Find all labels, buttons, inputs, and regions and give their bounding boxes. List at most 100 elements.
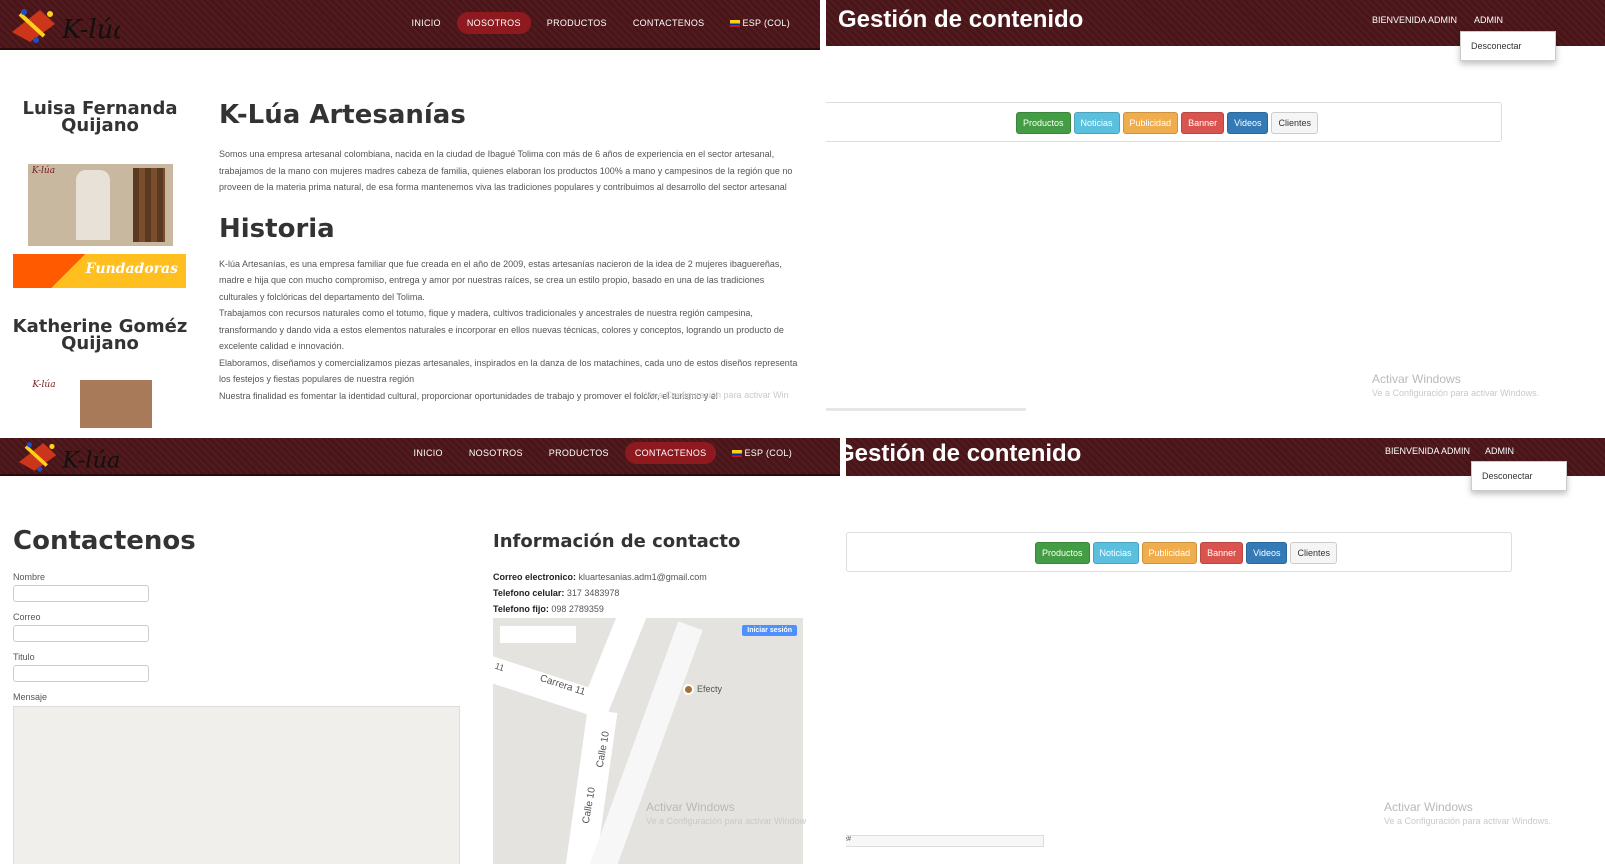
nav-nosotros[interactable]: NOSOTROS	[456, 12, 531, 34]
contact-title: Contactenos	[13, 526, 196, 556]
map-signin-button[interactable]: Iniciar sesión	[742, 625, 797, 636]
klua-logo[interactable]: K-lúa	[10, 2, 120, 48]
nombre-label: Nombre	[13, 572, 46, 582]
cell-info: Telefono celular: 317 3483978	[493, 588, 619, 598]
site-header: K-lúa INICIO NOSOTROS PRODUCTOS CONTACTE…	[0, 438, 840, 476]
productos-button[interactable]: Productos	[1016, 112, 1071, 134]
nav-productos[interactable]: PRODUCTOS	[537, 12, 617, 34]
nav-contactenos[interactable]: CONTACTENOS	[623, 12, 715, 34]
admin-panel-bottom: Gestión de contenido BIENVENIDA ADMIN AD…	[846, 438, 1605, 864]
clientes-button[interactable]: Clientes	[1271, 112, 1318, 134]
fundadoras-text: Fundadoras	[85, 261, 178, 277]
nav-contactenos[interactable]: CONTACTENOS	[624, 442, 717, 464]
admin-panel-top: Gestión de contenido BIENVENIDA ADMIN AD…	[826, 0, 1605, 432]
nav-productos[interactable]: PRODUCTOS	[539, 442, 619, 464]
noticias-button[interactable]: Noticias	[1092, 542, 1139, 564]
founder-photo-1: K-lúa	[27, 164, 173, 246]
windows-watermark: Activar Windows Ve a Configuración para …	[1372, 372, 1539, 398]
videos-button[interactable]: Videos	[1246, 542, 1288, 564]
intro-text: Somos una empresa artesanal colombiana, …	[219, 149, 793, 192]
founders-sidebar: Luisa Fernanda Quijano K-lúa Fundadoras …	[10, 100, 190, 430]
watermark-line: Ve a Configuración para activar Win	[645, 390, 789, 400]
cell-label: Telefono celular:	[493, 588, 565, 598]
banner-button[interactable]: Banner	[1181, 112, 1225, 134]
history-paragraph: Trabajamos con recursos naturales como e…	[219, 308, 784, 351]
mini-logo: K-lúa	[31, 166, 56, 176]
user-dropdown: Desconectar	[1460, 31, 1556, 61]
nav-nosotros[interactable]: NOSOTROS	[459, 442, 533, 464]
watermark-line: Ve a Configuración para activar Windows.	[1384, 816, 1552, 826]
founder-portrait	[80, 380, 152, 428]
founder-name-1: Luisa Fernanda Quijano	[22, 98, 178, 136]
colombia-flag-icon	[732, 450, 743, 458]
windows-watermark: Ve a Configuración para activar Win	[645, 388, 789, 400]
contact-page: K-lúa INICIO NOSOTROS PRODUCTOS CONTACTE…	[0, 438, 840, 864]
logo-text: K-lúa	[61, 447, 120, 473]
site-header: K-lúa INICIO NOSOTROS PRODUCTOS CONTACTE…	[0, 0, 820, 50]
google-map[interactable]: Iniciar sesión 11 Carrera 11 Calle 10 Ca…	[493, 618, 803, 864]
watermark-line: Ve a Configuración para activar Windows.	[1372, 388, 1540, 398]
email-label: Correo electronico:	[493, 572, 577, 582]
language-label: ESP (COL)	[744, 448, 792, 458]
nombre-input[interactable]	[13, 585, 149, 602]
correo-label: Correo	[13, 612, 41, 622]
founder-name-2: Katherine Goméz Quijano	[12, 316, 188, 354]
mensaje-textarea[interactable]	[13, 706, 460, 864]
titulo-input[interactable]	[13, 665, 149, 682]
nav-language[interactable]: ESP (COL)	[722, 442, 802, 464]
content-buttons: Productos Noticias Publicidad Banner Vid…	[1035, 542, 1337, 564]
status-bar-url: Vhome#	[846, 835, 1044, 847]
nav-inicio[interactable]: INICIO	[404, 442, 453, 464]
watermark-title: Activar Windows	[646, 800, 735, 814]
history-title: Historia	[219, 213, 335, 244]
logo-text: K-lúa	[61, 15, 120, 45]
nav-inicio[interactable]: INICIO	[402, 12, 451, 34]
page-title: K-Lúa Artesanías	[219, 100, 466, 130]
windows-watermark: Activar Windows Ve a Configuración para …	[1384, 800, 1551, 826]
history-paragraph: Elaboramos, diseñamos y comercializamos …	[219, 357, 798, 385]
scrollbar[interactable]	[826, 408, 1026, 411]
welcome-label: BIENVENIDA ADMIN	[1385, 446, 1471, 456]
correo-input[interactable]	[13, 625, 149, 642]
email-value: kluartesanias.adm1@gmail.com	[578, 572, 707, 582]
klua-logo[interactable]: K-lúa	[10, 438, 120, 476]
content-buttons: Productos Noticias Publicidad Banner Vid…	[1016, 112, 1318, 134]
history-paragraph: K-lúa Artesanías, es una empresa familia…	[219, 258, 782, 302]
founder-figure	[75, 170, 110, 240]
publicidad-button[interactable]: Publicidad	[1141, 542, 1198, 564]
logout-link[interactable]: Desconectar	[1471, 41, 1522, 51]
publicidad-button[interactable]: Publicidad	[1122, 112, 1179, 134]
map-pin-icon[interactable]	[683, 684, 694, 695]
nav-language[interactable]: ESP (COL)	[720, 12, 800, 34]
email-info: Correo electronico: kluartesanias.adm1@g…	[493, 572, 707, 582]
welcome-label: BIENVENIDA ADMIN	[1372, 15, 1458, 25]
nosotros-page: K-lúa INICIO NOSOTROS PRODUCTOS CONTACTE…	[0, 0, 820, 432]
banner-button[interactable]: Banner	[1200, 542, 1244, 564]
main-menu: INICIO NOSOTROS PRODUCTOS CONTACTENOS ES…	[404, 442, 802, 464]
cell-value: 317 3483978	[566, 588, 620, 598]
contact-info-title: Información de contacto	[493, 531, 741, 552]
phone-label: Telefono fijo:	[493, 604, 549, 614]
admin-menu-toggle[interactable]: ADMIN	[1474, 15, 1503, 25]
logout-link[interactable]: Desconectar	[1482, 471, 1533, 481]
titulo-label: Titulo	[13, 652, 35, 662]
poi-label: Efecty	[697, 684, 723, 694]
phone-info: Telefono fijo: 098 2789359	[493, 604, 604, 614]
mini-logo-2: K-lúa	[32, 380, 56, 390]
watermark-title: Activar Windows	[1372, 372, 1461, 386]
fundadoras-banner: Fundadoras	[13, 254, 186, 288]
admin-menu-toggle[interactable]: ADMIN	[1485, 446, 1514, 456]
videos-button[interactable]: Videos	[1227, 112, 1269, 134]
map-search-box[interactable]	[500, 626, 576, 643]
noticias-button[interactable]: Noticias	[1073, 112, 1120, 134]
map-road	[579, 618, 651, 719]
mensaje-label: Mensaje	[13, 692, 48, 702]
admin-title: Gestión de contenido	[838, 6, 1084, 33]
windows-watermark: Activar Windows Ve a Configuración para …	[646, 800, 806, 826]
colombia-flag-icon	[730, 20, 741, 28]
productos-button[interactable]: Productos	[1035, 542, 1090, 564]
watermark-title: Activar Windows	[1384, 800, 1473, 814]
clientes-button[interactable]: Clientes	[1290, 542, 1337, 564]
about-content: K-Lúa Artesanías Somos una empresa artes…	[219, 100, 805, 404]
user-dropdown: Desconectar	[1471, 461, 1567, 491]
